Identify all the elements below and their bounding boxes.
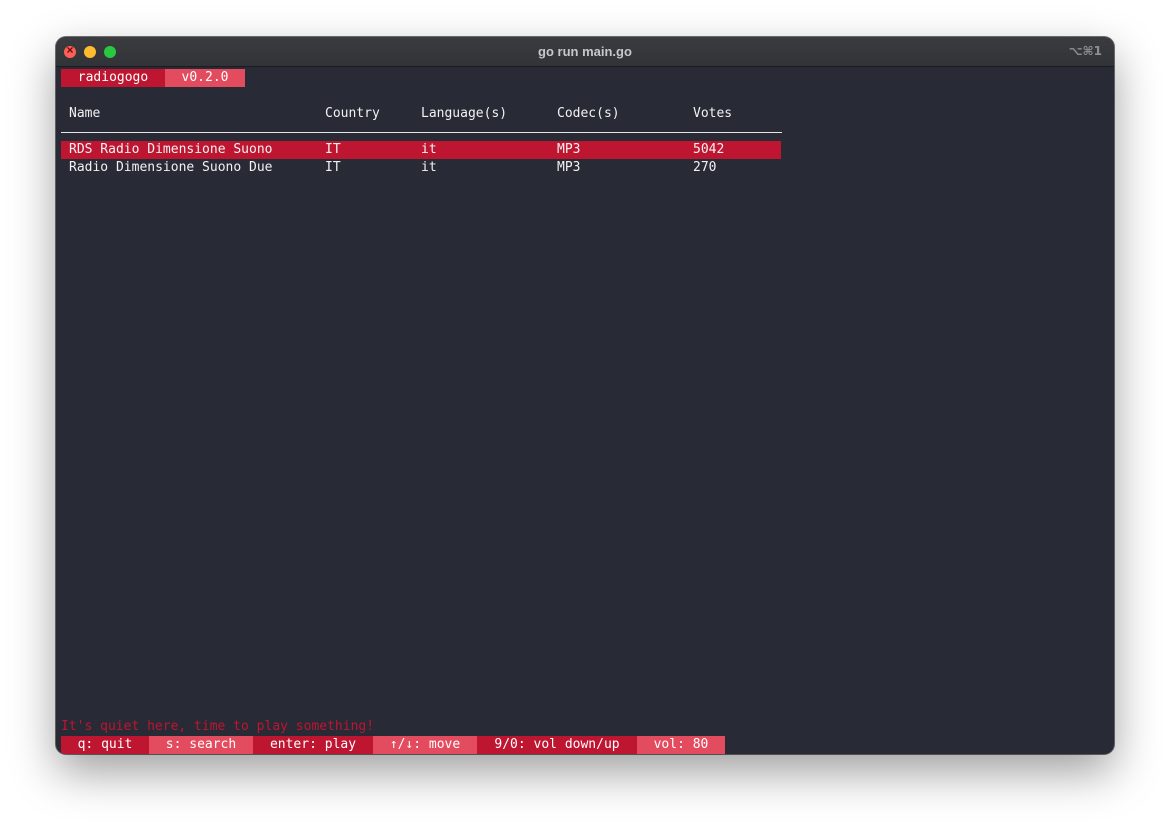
table-header-separator — [61, 132, 782, 133]
row-codec: MP3 — [557, 142, 581, 157]
column-header-codec: Codec(s) — [557, 106, 620, 121]
column-header-country: Country — [325, 106, 380, 121]
status-message: It's quiet here, time to play something! — [61, 719, 375, 734]
keybind-search: s: search — [149, 736, 253, 754]
table-header: Name Country Language(s) Codec(s) Votes — [69, 105, 782, 123]
terminal-content: radiogogo v0.2.0 Name Country Language(s… — [61, 67, 1114, 754]
column-header-votes: Votes — [693, 106, 733, 121]
table-row-selected[interactable]: RDS Radio Dimensione Suono IT it MP3 504… — [61, 141, 781, 159]
window-shortcut: ⌥⌘1 — [1068, 44, 1102, 58]
keybind-volume: 9/0: vol down/up — [477, 736, 637, 754]
row-country: IT — [325, 142, 341, 157]
row-station-name: Radio Dimensione Suono Due — [69, 160, 273, 175]
keybind-quit: q: quit — [61, 736, 149, 754]
keybind-move: ↑/↓: move — [373, 736, 477, 754]
app-version-badge: v0.2.0 — [165, 69, 245, 87]
title-bar: go run main.go ⌥⌘1 — [56, 37, 1114, 67]
volume-indicator: vol: 80 — [637, 736, 725, 754]
row-language: it — [421, 142, 437, 157]
column-header-name: Name — [69, 106, 101, 121]
row-language: it — [421, 160, 437, 175]
app-name-badge: radiogogo — [61, 69, 165, 87]
column-header-language: Language(s) — [421, 106, 508, 121]
row-station-name: RDS Radio Dimensione Suono — [69, 142, 273, 157]
table-row[interactable]: Radio Dimensione Suono Due IT it MP3 270 — [61, 159, 781, 177]
row-country: IT — [325, 160, 341, 175]
window-title: go run main.go — [538, 44, 632, 59]
terminal-window: go run main.go ⌥⌘1 radiogogo v0.2.0 Name… — [56, 37, 1114, 754]
row-votes: 270 — [693, 160, 717, 175]
row-votes: 5042 — [693, 142, 725, 157]
keybind-play: enter: play — [253, 736, 373, 754]
row-codec: MP3 — [557, 160, 581, 175]
